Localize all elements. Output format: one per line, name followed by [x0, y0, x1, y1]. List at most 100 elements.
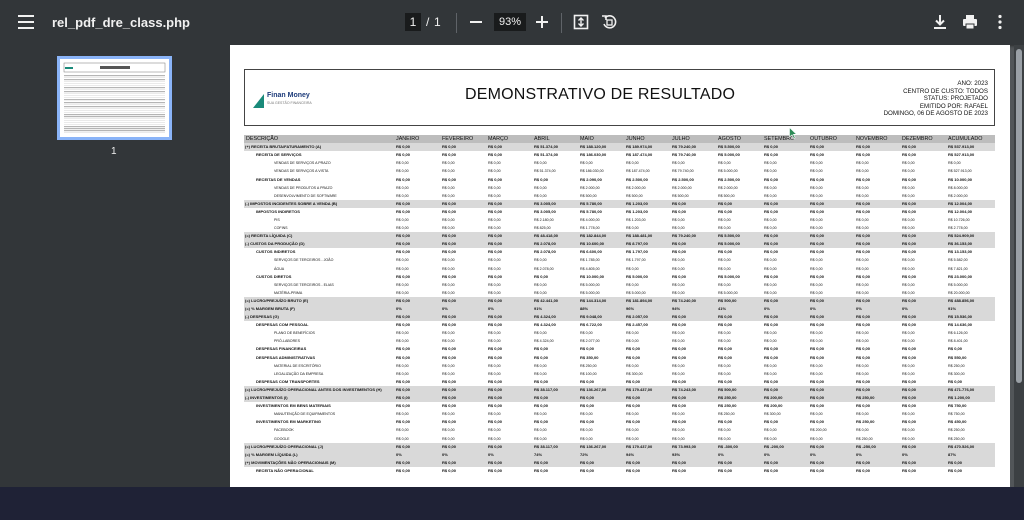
row-value: R$ 0,00 [764, 436, 777, 441]
row-description: (-) DESPESAS (G) [244, 313, 394, 322]
row-value: R$ 2.090,00 [580, 176, 602, 182]
row-value: R$ 2.500,00 [718, 176, 740, 182]
row-value: R$ 5.500,00 [716, 143, 762, 152]
row-value: R$ 0,00 [488, 185, 501, 190]
row-value: R$ 0,00 [902, 339, 915, 344]
row-value: R$ 136.267,00 [578, 442, 624, 451]
row-value: R$ 2.180,00 [534, 217, 554, 222]
row-value: R$ 200,00 [764, 403, 783, 409]
row-value: R$ 0,00 [672, 290, 685, 295]
row-value: R$ 0,00 [810, 403, 825, 409]
row-value: R$ 0,00 [534, 378, 549, 384]
row-value: R$ 0,00 [808, 199, 854, 208]
row-value: R$ 5.000,00 [718, 169, 738, 174]
row-value: R$ 0,00 [718, 161, 731, 166]
row-value: 0% [808, 304, 854, 314]
row-value: R$ 0,00 [442, 208, 457, 214]
row-value: 91% [946, 304, 995, 314]
row-value: R$ 0,00 [718, 378, 733, 384]
row-value: 0% [808, 450, 854, 459]
row-value: R$ 0,00 [394, 199, 440, 208]
row-value: R$ 0,00 [534, 282, 547, 287]
company-logo: Finan Money SUA GESTÃO FINANCEIRA [253, 90, 333, 112]
row-value: 0% [440, 450, 486, 459]
row-value: R$ 0,00 [718, 371, 731, 376]
row-value: R$ 0,00 [810, 363, 823, 368]
row-value: R$ 0,00 [486, 458, 532, 467]
row-value: 88% [578, 304, 624, 314]
zoom-in-icon[interactable] [532, 12, 552, 32]
row-value: R$ 0,00 [810, 185, 823, 190]
row-value: R$ 0,00 [854, 385, 900, 394]
row-value: R$ 250,00 [580, 363, 597, 368]
row-description: (=) LUCRO/PREJUÍZO OPERACIONAL ANTES DOS… [244, 385, 394, 394]
row-value: R$ 0,00 [948, 346, 963, 352]
more-icon[interactable] [990, 12, 1010, 32]
row-value: R$ 0,00 [810, 266, 823, 271]
row-value: R$ 2.000,00 [580, 185, 600, 190]
row-value: R$ 0,00 [440, 296, 486, 305]
table-row: (-) INVESTIMENTOS (I) R$ 0,00 R$ 0,00 R$ 0,… [244, 394, 995, 403]
row-value: R$ 5.780,00 [580, 208, 602, 214]
fit-page-icon[interactable] [571, 12, 591, 32]
row-value: R$ 0,00 [626, 339, 639, 344]
row-value: R$ 0,00 [488, 152, 503, 158]
row-value: R$ 0,00 [900, 313, 946, 322]
row-value: R$ 0,00 [808, 458, 854, 467]
vertical-scrollbar[interactable] [1014, 45, 1024, 487]
row-value: R$ 0,00 [902, 378, 917, 384]
row-value: R$ 0,00 [670, 394, 716, 403]
print-icon[interactable] [960, 12, 980, 32]
row-value: R$ 0,00 [488, 217, 501, 222]
row-value: R$ 0,00 [626, 161, 639, 166]
table-row: PRÓ-LABORES R$ 0,00 R$ 0,00 R$ 0,00 R$ 4.324… [244, 337, 995, 345]
meta-issued-by: EMITIDO POR: RAFAEL [919, 102, 988, 110]
row-value: R$ 0,00 [534, 419, 549, 425]
row-value: R$ 0,00 [762, 385, 808, 394]
row-value: R$ 488.856,00 [946, 296, 995, 305]
row-value: R$ 100,00 [580, 371, 597, 376]
row-value: R$ 3.005,00 [534, 208, 556, 214]
row-value: R$ 0,00 [442, 185, 455, 190]
row-value: R$ 2.000,00 [626, 185, 646, 190]
row-value: R$ 0,00 [810, 371, 823, 376]
zoom-level-input[interactable]: 93% [494, 13, 526, 31]
row-value: R$ 187.474,00 [626, 152, 653, 158]
logo-mark [253, 94, 264, 108]
row-value: R$ 0,00 [626, 403, 641, 409]
table-row: PIS R$ 0,00 R$ 0,00 R$ 0,00 R$ 2.180,00 R$ 4.… [244, 216, 995, 224]
row-value: 94% [670, 304, 716, 314]
row-value: R$ 0,00 [442, 467, 457, 473]
income-statement-table: DESCRIÇÃO JANEIRO FEVEREIRO MARÇO ABRIL MAIO J… [244, 135, 995, 475]
row-value: R$ 0,00 [902, 371, 915, 376]
table-row: MATERIAL DE ESCRITÓRIO R$ 0,00 R$ 0,00 R$ 0… [244, 362, 995, 370]
pdf-page: Finan Money SUA GESTÃO FINANCEIRA DEMONS… [230, 45, 1010, 487]
row-value: 0% [394, 450, 440, 459]
download-icon[interactable] [930, 12, 950, 32]
row-value: R$ 0,00 [672, 226, 685, 231]
row-value: R$ 1.200,00 [946, 394, 995, 403]
row-description: SERVIÇOS DE TERCEIROS - JOÃO [274, 258, 334, 263]
rotate-icon[interactable] [599, 12, 619, 32]
row-value: R$ 0,00 [718, 258, 731, 263]
mouse-cursor-icon [789, 127, 797, 139]
row-value: R$ 0,00 [718, 346, 733, 352]
scrollbar-thumb[interactable] [1016, 49, 1022, 383]
column-header: ACUMULADO [946, 135, 995, 144]
row-value: R$ 0,00 [902, 290, 915, 295]
row-value: R$ 0,00 [856, 467, 871, 473]
row-value: R$ 1.203,00 [626, 208, 648, 214]
page-thumbnail[interactable] [57, 56, 172, 140]
row-description: MATERIAL DE ESCRITÓRIO [274, 363, 321, 368]
row-value: R$ 250,00 [856, 419, 875, 425]
row-value: R$ 0,00 [764, 169, 777, 174]
menu-icon[interactable] [18, 15, 34, 29]
row-value: R$ 2.000,00 [718, 185, 738, 190]
page-number-input[interactable]: 1 [405, 13, 421, 31]
zoom-out-icon[interactable] [466, 12, 486, 32]
total-pages: 1 [434, 15, 441, 29]
table-row: DESPESAS FINANCEIRAS R$ 0,00 R$ 0,00 R$ 0,0… [244, 345, 995, 353]
document-viewport[interactable]: Finan Money SUA GESTÃO FINANCEIRA DEMONS… [230, 45, 1014, 487]
column-header: JUNHO [624, 135, 670, 144]
column-header: FEVEREIRO [440, 135, 486, 144]
